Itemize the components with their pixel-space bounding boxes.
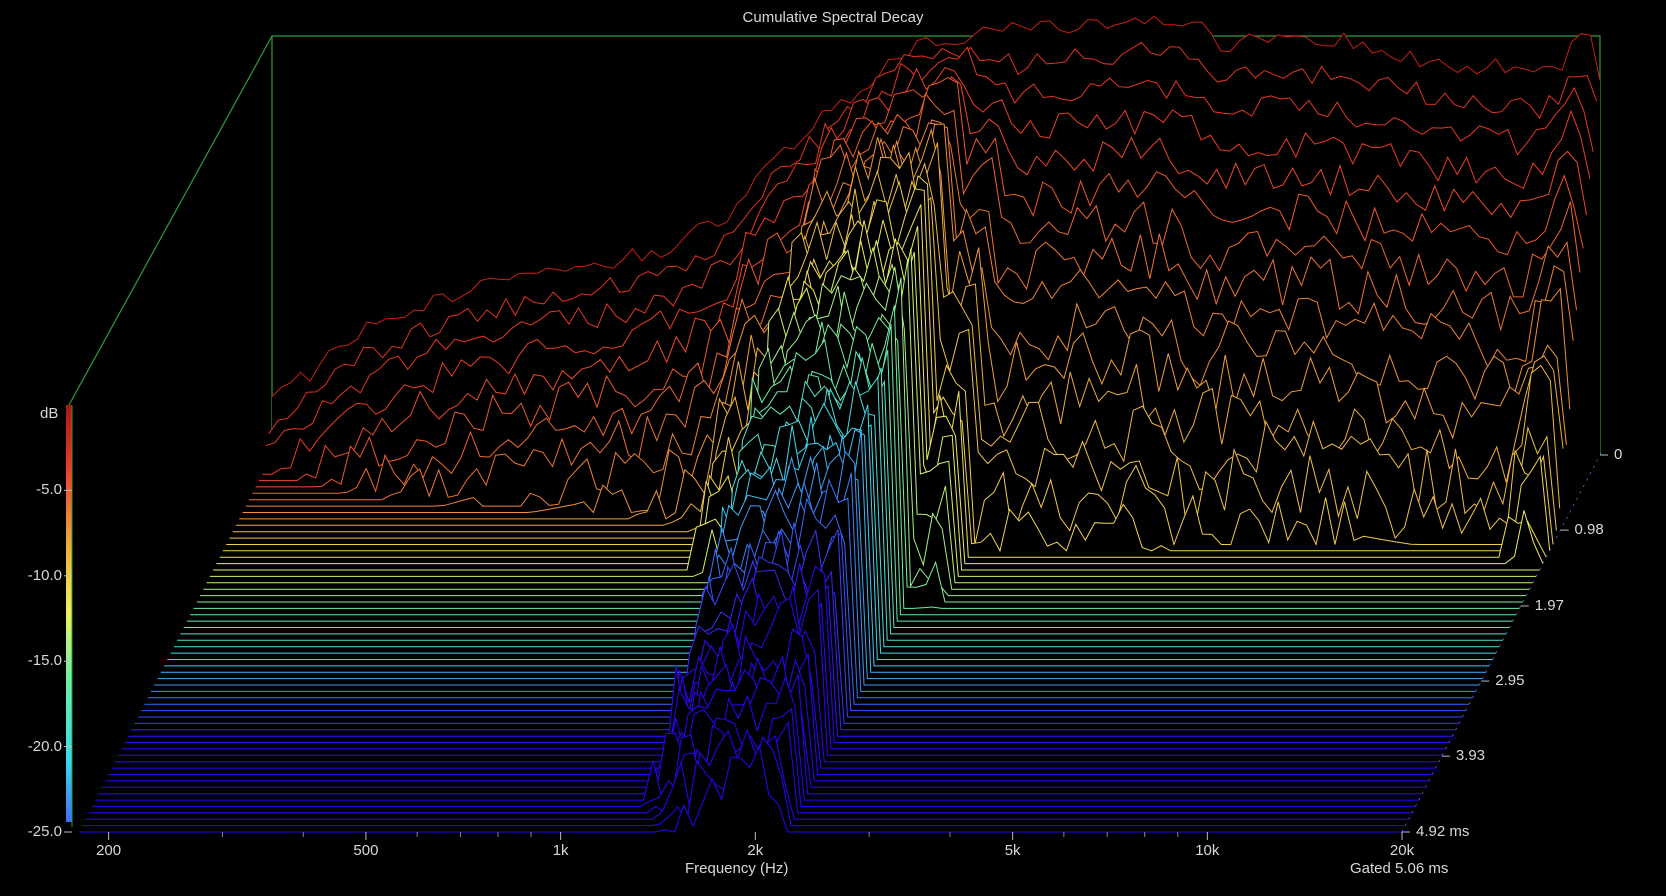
edge-line [1431,772,1434,775]
edge-line [1458,721,1461,724]
edge-line [1579,491,1582,494]
edge-line [1472,695,1474,698]
time-tick-label: 4.92 ms [1416,823,1470,840]
edge-line [1596,459,1599,462]
edge-line [1435,765,1437,769]
edge-line [1404,823,1407,826]
edge-line [1425,785,1427,788]
edge-line [1492,657,1494,660]
edge-line [1448,740,1451,743]
edge-line [1586,478,1588,481]
time-tick-label: 1.97 [1534,596,1564,614]
edge-line [1545,555,1548,558]
x-tick-label: 200 [96,842,122,859]
edge-line [1592,465,1595,468]
z-tick-label: -5.0 [36,481,62,499]
edge-line [1421,791,1424,794]
time-tick-label: 0 [1614,446,1623,463]
z-tick-label: -10.0 [27,566,62,584]
waterfall-plot [64,15,1608,840]
edge-line [1445,746,1447,750]
edge-line [1529,587,1531,590]
edge-line [1478,682,1481,686]
edge-line [1462,714,1464,718]
edge-line [1455,727,1458,730]
edge-line [1525,593,1528,596]
edge-line [1418,797,1421,801]
time-tick-label: 3.93 [1455,747,1486,765]
edge-line [1515,612,1518,615]
colorbar [66,405,72,822]
edge-line [1485,670,1488,673]
z-axis-unit: dB [40,405,59,422]
edge-line [1415,804,1417,807]
edge-line [1441,753,1444,756]
edge-line [1468,702,1471,705]
edge-line [1522,599,1525,603]
edge-line [1576,497,1578,500]
x-axis-title: Frequency (Hz) [685,860,789,877]
side-frame-line [68,35,273,406]
edge-line [1519,606,1521,609]
edge-line [1411,810,1414,814]
z-tick-label: -25.0 [27,823,62,840]
gated-note: Gated 5.06 ms [1350,860,1449,877]
x-tick-label: 2k [747,842,764,859]
edge-line [1532,580,1535,583]
edge-line [1582,484,1585,488]
edge-line [1451,733,1454,737]
edge-line [1465,708,1468,711]
edge-line [1495,650,1498,654]
edge-line [1562,523,1565,526]
csd-chart: Cumulative Spectral Decay ARTA 2005001k2… [0,0,1666,896]
edge-line [1498,644,1501,647]
x-tick-label: 500 [353,842,379,859]
decay-slices [79,15,1602,833]
edge-line [1542,561,1545,564]
x-tick-label: 20k [1389,842,1415,859]
edge-line [1535,574,1538,577]
edge-line [1438,759,1441,762]
x-tick-label: 1k [552,842,569,859]
time-tick-label: 0.98 [1574,521,1604,539]
edge-line [1569,510,1572,513]
edge-line [1475,689,1478,692]
edge-line [1502,638,1505,641]
edge-line [1539,567,1541,571]
edge-line [1572,503,1575,507]
edge-line [1512,618,1515,622]
edge-line [1408,817,1411,820]
edge-line [1488,663,1491,667]
x-tick-label: 10k [1195,842,1220,859]
time-tick-label: 2.95 [1495,672,1525,690]
edge-line [1505,631,1508,635]
edge-line [1566,516,1568,520]
edge-line [1509,625,1511,628]
z-tick-label: -20.0 [27,737,62,755]
edge-line [1589,471,1592,475]
edge-line [1482,676,1484,679]
x-tick-label: 5k [1004,842,1021,859]
edge-line [1556,535,1558,539]
z-tick-label: -15.0 [27,652,62,670]
edge-line [1428,778,1431,782]
